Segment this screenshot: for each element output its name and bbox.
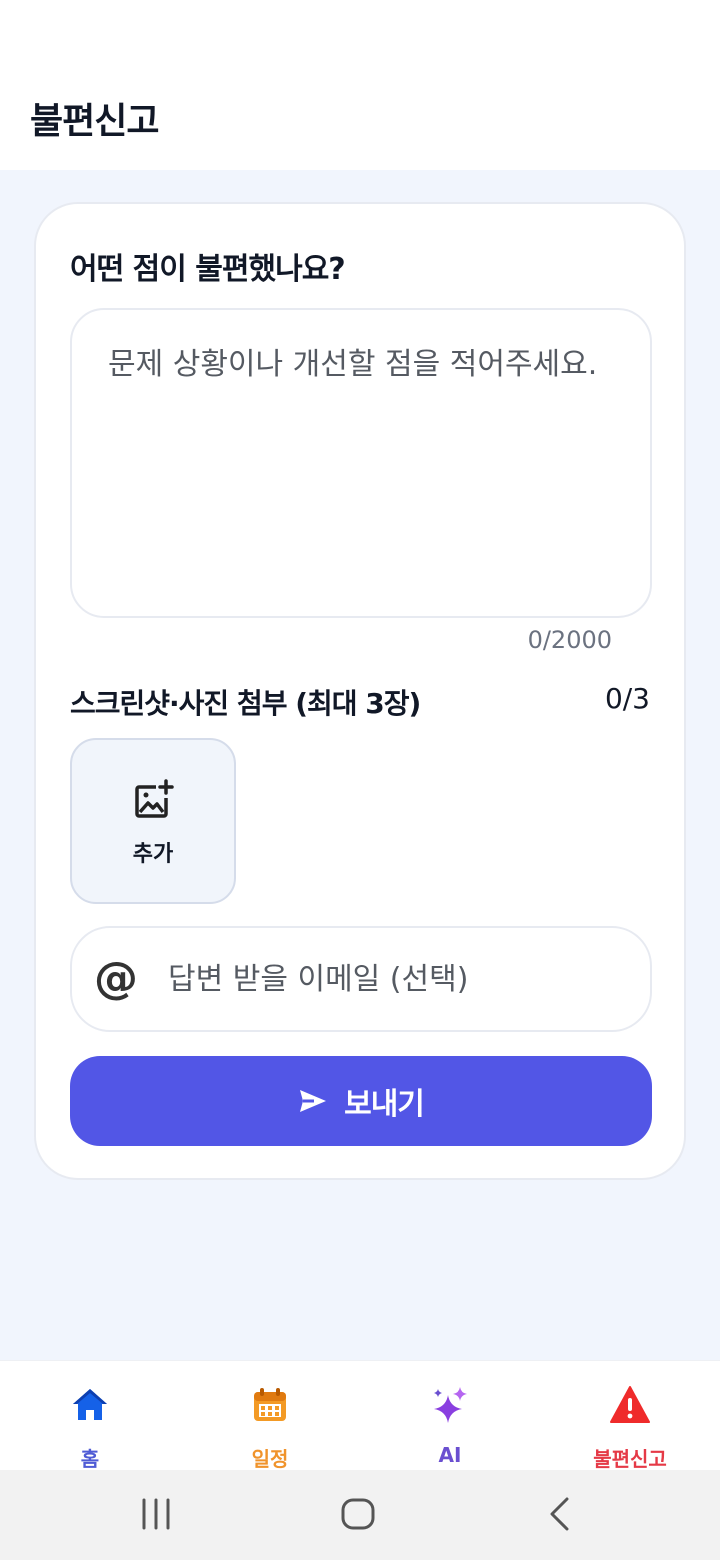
bottom-nav: 홈 일정 AI 불편신고: [0, 1360, 720, 1471]
home-icon: [73, 1389, 107, 1420]
sparkles-icon: [434, 1387, 467, 1423]
attach-label: 스크린샷·사진 첨부 (최대 3장): [70, 687, 421, 720]
recent-apps-icon[interactable]: [138, 1494, 174, 1534]
calendar-icon: [254, 1388, 286, 1421]
add-image-icon: [135, 779, 174, 818]
add-photo-button[interactable]: 추가: [70, 738, 236, 904]
attach-counter: 0/3: [604, 682, 650, 715]
at-sign-icon: @: [94, 953, 138, 1004]
send-button[interactable]: 보내기: [70, 1056, 652, 1146]
description-textarea[interactable]: [108, 340, 618, 590]
report-form-card: 어떤 점이 불편했나요? 0/2000 스크린샷·사진 첨부 (최대 3장) 0…: [34, 202, 686, 1180]
description-field-wrapper: [70, 308, 652, 618]
send-icon: [300, 1090, 327, 1112]
nav-label-report: 불편신고: [593, 1447, 667, 1471]
send-label: 보내기: [344, 1088, 425, 1121]
add-photo-label: 추가: [132, 842, 174, 867]
app-header: 불편신고: [0, 0, 720, 170]
nav-item-home[interactable]: 홈: [0, 1361, 180, 1471]
nav-item-schedule[interactable]: 일정: [180, 1361, 360, 1471]
nav-item-ai[interactable]: AI: [360, 1361, 540, 1471]
back-icon[interactable]: [542, 1494, 578, 1534]
email-input[interactable]: [168, 954, 628, 1004]
question-heading: 어떤 점이 불편했나요?: [70, 252, 346, 287]
warning-icon: [610, 1386, 650, 1423]
system-nav-bar: [0, 1470, 720, 1560]
page-title: 불편신고: [30, 101, 159, 142]
nav-item-report[interactable]: 불편신고: [540, 1361, 720, 1471]
nav-label-schedule: 일정: [251, 1447, 289, 1471]
email-field-wrapper: @: [70, 926, 652, 1032]
home-button-icon[interactable]: [338, 1494, 378, 1534]
nav-label-home: 홈: [80, 1447, 100, 1471]
char-counter: 0/2000: [527, 626, 612, 654]
nav-label-ai: AI: [438, 1443, 462, 1467]
